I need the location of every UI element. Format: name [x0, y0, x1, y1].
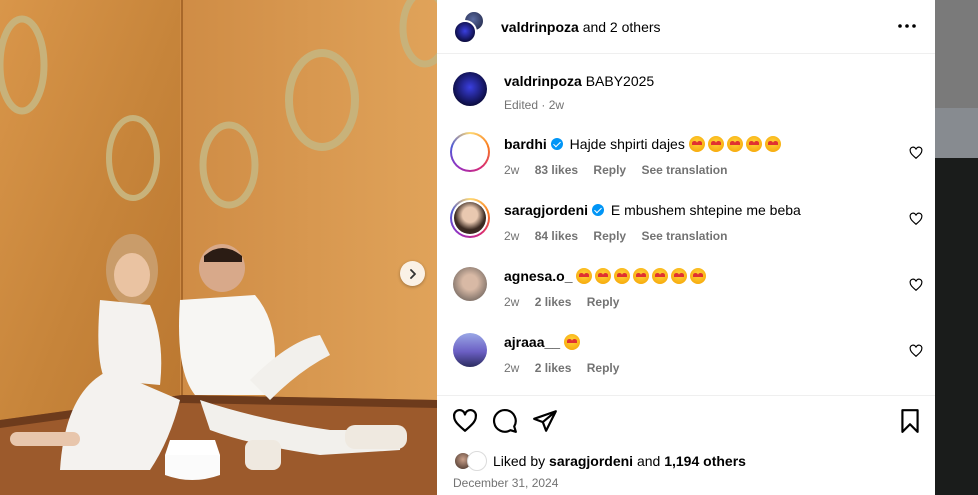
caption-meta: Edited · 2w — [504, 98, 565, 112]
share-icon[interactable] — [532, 408, 558, 434]
couple-photo-illustration — [0, 0, 437, 495]
comment-row: saragjordeni E mbushem shtepine me beba … — [450, 198, 923, 251]
see-translation-button[interactable]: See translation — [641, 163, 727, 177]
emoji — [745, 136, 762, 152]
comment-text: Hajde shpirti dajes — [569, 136, 685, 152]
emoji — [726, 136, 743, 152]
reply-button[interactable]: Reply — [593, 163, 626, 177]
emoji — [764, 136, 781, 152]
comment-username[interactable]: saragjordeni — [504, 202, 588, 218]
avatar — [467, 451, 487, 471]
more-icon — [898, 24, 916, 28]
comment-time[interactable]: 2w — [504, 229, 519, 243]
emoji — [688, 136, 705, 152]
like-comment-heart-icon[interactable] — [909, 212, 923, 226]
more-options-button[interactable] — [897, 16, 917, 36]
like-comment-heart-icon[interactable] — [909, 146, 923, 160]
author-others[interactable]: and 2 others — [583, 19, 661, 35]
post-detail-panel: valdrinpoza and 2 others valdrinpoza BAB… — [437, 0, 935, 495]
emoji — [563, 334, 580, 350]
post-date[interactable]: December 31, 2024 — [453, 476, 558, 490]
avatar[interactable] — [453, 72, 487, 106]
comment-likes[interactable]: 83 likes — [535, 163, 578, 177]
reply-button[interactable]: Reply — [593, 229, 626, 243]
comment-username[interactable]: bardhi — [504, 136, 547, 152]
see-translation-button[interactable]: See translation — [641, 229, 727, 243]
emoji — [633, 268, 650, 284]
caption-body: valdrinpoza BABY2025 Edited · 2w — [504, 72, 893, 112]
comment-row: ajraaa__ 2w 2 likes Reply — [453, 333, 923, 383]
caption-username[interactable]: valdrinpoza — [504, 73, 582, 89]
author-username[interactable]: valdrinpoza — [501, 19, 579, 35]
avatar — [454, 202, 486, 234]
caption-row: valdrinpoza BABY2025 Edited · 2w — [453, 72, 923, 122]
comment-likes[interactable]: 2 likes — [535, 295, 572, 309]
emoji — [690, 268, 707, 284]
story-ring[interactable] — [450, 132, 490, 172]
liked-by-others[interactable]: 1,194 others — [664, 453, 746, 469]
liked-by-avatars[interactable] — [453, 451, 487, 471]
comment-username[interactable]: agnesa.o_ — [504, 268, 572, 284]
liked-by-and: and — [636, 453, 661, 469]
avatar[interactable] — [453, 267, 487, 301]
verified-icon — [550, 138, 563, 150]
avatar — [454, 136, 486, 168]
avatar[interactable] — [453, 333, 487, 367]
emoji — [614, 268, 631, 284]
post-header: valdrinpoza and 2 others — [437, 0, 935, 54]
comment-time[interactable]: 2w — [504, 163, 519, 177]
liked-by: Liked by saragjordeni and 1,194 others — [453, 451, 746, 471]
comment-text: E mbushem shtepine me beba — [610, 202, 801, 218]
post-authors: valdrinpoza and 2 others — [501, 19, 661, 35]
comment-time[interactable]: 2w — [504, 361, 519, 375]
like-comment-heart-icon[interactable] — [909, 278, 923, 292]
comment-likes[interactable]: 84 likes — [535, 229, 578, 243]
comment-time[interactable]: 2w — [504, 295, 519, 309]
caption-text: BABY2025 — [585, 73, 655, 89]
comment-username[interactable]: ajraaa__ — [504, 334, 560, 350]
emoji — [671, 268, 688, 284]
save-icon[interactable] — [897, 408, 923, 434]
comment-row: bardhi Hajde shpirti dajes 2w 83 likes R… — [450, 132, 923, 185]
comment-likes[interactable]: 2 likes — [535, 361, 572, 375]
emoji — [707, 136, 724, 152]
heart-icon[interactable] — [452, 408, 478, 434]
comments-list[interactable]: valdrinpoza BABY2025 Edited · 2w bardhi … — [437, 55, 935, 395]
emoji — [652, 268, 669, 284]
background-page — [935, 0, 978, 495]
like-comment-heart-icon[interactable] — [909, 344, 923, 358]
next-photo-button[interactable] — [400, 261, 425, 286]
chevron-right-icon — [409, 268, 416, 279]
collab-avatars[interactable] — [453, 9, 487, 44]
avatar — [453, 19, 477, 44]
post-photo[interactable] — [0, 0, 437, 495]
story-ring[interactable] — [450, 198, 490, 238]
reply-button[interactable]: Reply — [587, 295, 620, 309]
verified-icon — [592, 204, 605, 216]
emoji — [595, 268, 612, 284]
liked-by-user[interactable]: saragjordeni — [549, 453, 633, 469]
comment-icon[interactable] — [492, 408, 518, 434]
comment-row: agnesa.o_ 2w 2 likes Reply — [453, 267, 923, 317]
emoji — [576, 268, 593, 284]
post-actions: Liked by saragjordeni and 1,194 others D… — [437, 395, 935, 495]
reply-button[interactable]: Reply — [587, 361, 620, 375]
liked-by-prefix: Liked by — [493, 453, 546, 469]
